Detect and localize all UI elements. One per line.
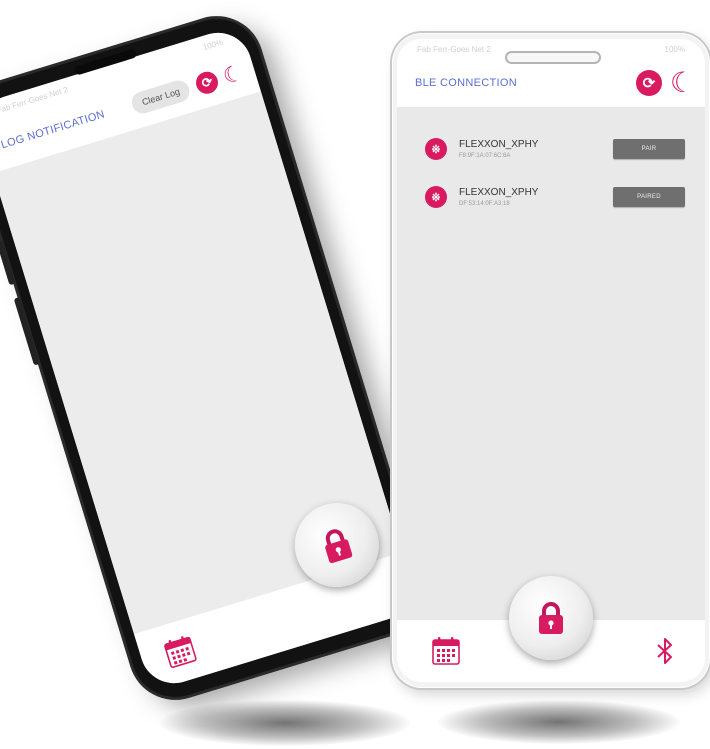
device-info: FLEXXON_XPHY F8:9F:1A:07:6C:6A <box>459 139 613 159</box>
page-title: BLE CONNECTION <box>415 77 517 89</box>
device-list: ※ FLEXXON_XPHY F8:9F:1A:07:6C:6A PAIR ※ … <box>397 107 705 221</box>
status-right-text: 100% <box>201 37 224 52</box>
pair-button[interactable]: PAIR <box>613 139 685 159</box>
status-right-text: 100% <box>664 44 685 54</box>
bluetooth-icon: ※ <box>425 138 447 160</box>
left-phone: Fab Ferr-Goes Net 2 100% LOG NOTIFICATIO… <box>0 8 434 708</box>
bluetooth-icon[interactable] <box>655 637 675 665</box>
earpiece-speaker <box>505 51 601 64</box>
device-address: DF:53:14:0F:A3:18 <box>459 201 510 207</box>
right-phone-screen: Fab Ferr-Goes Net 2 100% BLE CONNECTION … <box>397 39 705 682</box>
lock-icon <box>325 529 353 564</box>
lock-button[interactable] <box>509 576 593 660</box>
left-phone-screen: Fab Ferr-Goes Net 2 100% LOG NOTIFICATIO… <box>0 24 420 692</box>
device-address: F8:9F:1A:07:6C:6A <box>459 153 511 159</box>
moon-icon[interactable]: ☾ <box>220 60 246 90</box>
volume-button <box>0 239 16 286</box>
left-phone-floor-shadow <box>160 700 410 746</box>
right-phone: Fab Ferr-Goes Net 2 100% BLE CONNECTION … <box>392 33 710 688</box>
paired-button[interactable]: PAIRED <box>613 187 685 207</box>
app-bar: BLE CONNECTION ⟳ ☾ <box>397 59 705 107</box>
refresh-icon[interactable]: ⟳ <box>635 70 662 96</box>
device-info: FLEXXON_XPHY DF:53:14:0F:A3:18 <box>459 187 613 207</box>
calendar-icon[interactable] <box>431 636 461 666</box>
calendar-icon[interactable] <box>161 633 198 670</box>
moon-icon[interactable]: ☾ <box>670 69 695 97</box>
list-item: ※ FLEXXON_XPHY DF:53:14:0F:A3:18 PAIRED <box>397 173 705 221</box>
list-item: ※ FLEXXON_XPHY F8:9F:1A:07:6C:6A PAIR <box>397 125 705 173</box>
lock-icon <box>539 602 563 634</box>
status-left-text: Fab Ferr-Goes Net 2 <box>417 44 491 54</box>
lock-fab[interactable] <box>509 576 593 660</box>
right-phone-floor-shadow <box>438 700 680 744</box>
device-name: FLEXXON_XPHY <box>459 187 539 198</box>
clear-log-button[interactable]: Clear Log <box>129 77 193 117</box>
device-name: FLEXXON_XPHY <box>459 139 539 150</box>
refresh-icon[interactable]: ⟳ <box>193 68 221 97</box>
bluetooth-icon: ※ <box>425 186 447 208</box>
